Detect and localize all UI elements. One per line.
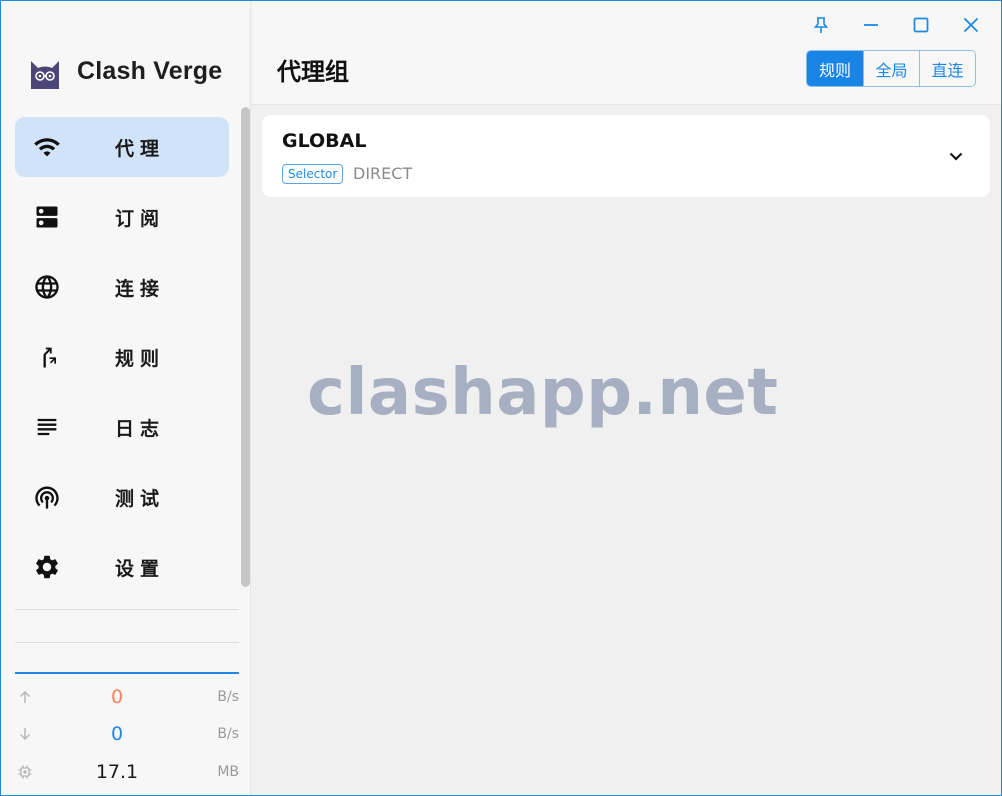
subject-icon [15, 413, 79, 441]
proxy-mode-switch: 规则 全局 直连 [806, 50, 976, 87]
sidebar-item-label: 设置 [115, 557, 166, 580]
fork-right-icon [15, 343, 79, 371]
sidebar-item-profiles[interactable]: 订阅 [15, 187, 229, 247]
sidebar-item-test[interactable]: 测试 [15, 467, 229, 527]
sidebar-item-label: 日志 [115, 417, 166, 440]
upload-speed-unit: B/s [217, 689, 239, 705]
sidebar-item-connections[interactable]: 连接 [15, 257, 229, 317]
mode-rule-button[interactable]: 规则 [807, 51, 863, 86]
watermark-text: clashapp.net [307, 356, 779, 430]
mode-direct-button[interactable]: 直连 [919, 51, 975, 86]
sidebar-item-label: 代理 [115, 137, 166, 160]
download-stat: 0 B/s [15, 720, 239, 748]
upload-speed-value: 0 [110, 686, 124, 708]
app-title: Clash Verge [77, 56, 223, 85]
memory-usage-unit: MB [217, 764, 239, 780]
pin-button[interactable] [796, 7, 846, 43]
sidebar-item-label: 订阅 [115, 207, 166, 230]
language-icon [15, 273, 79, 301]
pin-icon [813, 17, 829, 33]
wifi-tethering-icon [15, 483, 79, 511]
close-icon [963, 17, 979, 33]
settings-icon [15, 553, 79, 581]
sidebar-item-logs[interactable]: 日志 [15, 397, 229, 457]
sidebar-scrollbar[interactable] [241, 107, 250, 587]
download-speed-value: 0 [110, 723, 124, 745]
window-controls [796, 7, 996, 43]
sidebar-item-settings[interactable]: 设置 [15, 537, 229, 597]
proxy-group-type-tag: Selector [282, 164, 344, 184]
upload-stat: 0 B/s [15, 683, 239, 711]
proxy-group-card[interactable]: GLOBAL Selector DIRECT [262, 115, 990, 197]
traffic-graph[interactable] [15, 672, 239, 674]
sidebar-nav: 代理 订阅 连接 规则 日志 测试 设置 [15, 117, 229, 607]
memory-chip-icon [15, 764, 35, 780]
maximize-button[interactable] [896, 7, 946, 43]
proxy-group-current: DIRECT [353, 164, 413, 183]
minimize-button[interactable] [846, 7, 896, 43]
sidebar: Clash Verge 代理 订阅 连接 规则 日志 测试 设置 0 B/s 0… [1, 1, 251, 795]
divider [15, 642, 239, 643]
minimize-icon [864, 24, 878, 26]
close-button[interactable] [946, 7, 996, 43]
sidebar-item-rules[interactable]: 规则 [15, 327, 229, 387]
app-window: Clash Verge 代理 订阅 连接 规则 日志 测试 设置 0 B/s 0… [0, 0, 1002, 796]
download-speed-unit: B/s [217, 726, 239, 742]
chevron-down-icon[interactable] [944, 144, 968, 168]
sidebar-item-label: 测试 [115, 487, 166, 510]
page-title: 代理组 [277, 58, 349, 86]
sidebar-item-proxies[interactable]: 代理 [15, 117, 229, 177]
dns-icon [15, 203, 79, 231]
app-logo: Clash Verge [25, 49, 222, 93]
cat-logo-icon [31, 61, 59, 89]
proxy-group-name: GLOBAL [282, 130, 367, 152]
sidebar-item-label: 连接 [115, 277, 166, 300]
sidebar-item-label: 规则 [115, 347, 166, 370]
memory-usage-value: 17.1 [95, 761, 139, 783]
arrow-down-icon [15, 726, 35, 742]
page-header: 代理组 规则 全局 直连 [252, 1, 1001, 105]
memory-stat: 17.1 MB [15, 758, 239, 786]
maximize-icon [913, 17, 929, 33]
wifi-icon [15, 133, 79, 161]
divider [15, 609, 239, 610]
mode-global-button[interactable]: 全局 [863, 51, 919, 86]
arrow-up-icon [15, 689, 35, 705]
